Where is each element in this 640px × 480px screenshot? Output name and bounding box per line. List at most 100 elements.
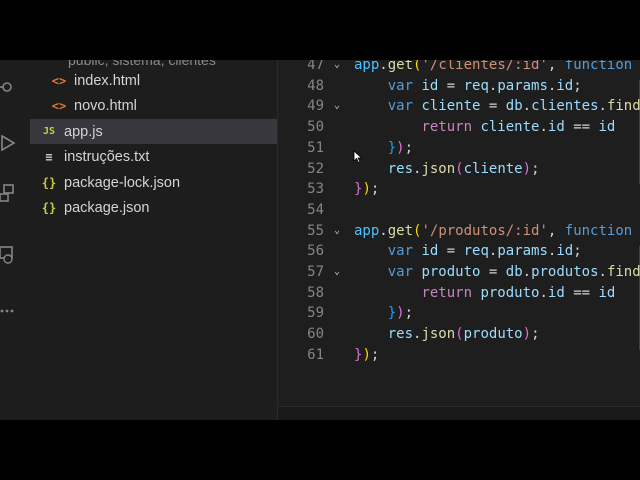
code-token: id bbox=[547, 284, 565, 301]
code-token: = bbox=[438, 77, 464, 94]
source-control-icon[interactable] bbox=[0, 78, 16, 96]
json-file-icon: {} bbox=[41, 175, 57, 190]
code-text: return produto.id == id bbox=[354, 283, 615, 304]
code-line[interactable]: 55⌄app.get('/produtos/:id', function ( bbox=[278, 221, 640, 242]
code-line[interactable]: 54 bbox=[278, 200, 640, 221]
code-token: res bbox=[387, 160, 414, 177]
code-token: app bbox=[354, 222, 380, 239]
file-tree-item[interactable]: <> novo.html bbox=[30, 93, 277, 118]
code-token: req bbox=[463, 243, 489, 260]
code-line[interactable]: 49 ⌄ var cliente = db.clientes.find bbox=[278, 96, 640, 117]
code-token: . bbox=[539, 284, 548, 301]
code-line[interactable]: 60 res.json(produto); bbox=[278, 324, 640, 345]
code-token: cliente bbox=[421, 98, 481, 115]
file-tree-item[interactable]: {} package.json bbox=[30, 195, 277, 220]
code-text: return cliente.id == id bbox=[354, 117, 615, 138]
code-text: var produto = db.produtos.find bbox=[354, 262, 640, 283]
code-text: res.json(produto); bbox=[354, 324, 540, 345]
code-token: ; bbox=[573, 77, 582, 94]
letterbox-bottom bbox=[0, 420, 640, 480]
file-name-label: index.html bbox=[74, 72, 141, 89]
code-token: var bbox=[387, 77, 414, 94]
line-number: 60 bbox=[307, 326, 324, 343]
code-line[interactable]: 52 res.json(cliente); bbox=[278, 159, 640, 180]
fold-chevron-icon[interactable]: ⌄ bbox=[334, 262, 346, 283]
code-text: res.json(cliente); bbox=[354, 159, 540, 180]
code-token: produto bbox=[421, 264, 481, 280]
file-tree-item[interactable]: JS app.js bbox=[30, 119, 277, 144]
code-token: . bbox=[522, 264, 532, 280]
code-line[interactable]: 58 return produto.id == id bbox=[278, 283, 640, 304]
code-token: == bbox=[564, 119, 599, 136]
code-token: , bbox=[547, 60, 565, 73]
line-number: 52 bbox=[307, 160, 324, 177]
code-text: var id = req.params.id; bbox=[354, 76, 582, 97]
code-line[interactable]: 56 var id = req.params.id; bbox=[278, 241, 640, 262]
code-token: ) bbox=[362, 346, 371, 363]
code-token: = bbox=[480, 264, 506, 280]
code-token: . bbox=[598, 98, 607, 115]
code-token: get bbox=[387, 222, 414, 239]
editor-bottom-strip bbox=[278, 406, 640, 420]
fold-chevron-icon[interactable]: ⌄ bbox=[334, 60, 346, 76]
code-token: . bbox=[598, 264, 607, 280]
code-line[interactable]: 53}); bbox=[278, 179, 640, 200]
code-token: ( bbox=[455, 160, 464, 177]
file-tree-item[interactable]: <> index.html bbox=[30, 68, 277, 93]
code-token: '/produtos/:id' bbox=[421, 222, 548, 239]
code-line[interactable]: 50 return cliente.id == id bbox=[278, 117, 640, 138]
line-number: 49 bbox=[307, 98, 324, 115]
code-token: } bbox=[387, 305, 397, 322]
extensions-icon[interactable] bbox=[0, 184, 16, 202]
code-token: . bbox=[379, 222, 388, 239]
line-number: 53 bbox=[307, 181, 324, 198]
code-editor[interactable]: 47⌄app.get('/clientes/:id', function (48… bbox=[278, 60, 640, 406]
code-token: . bbox=[522, 98, 532, 115]
code-token: id bbox=[421, 243, 439, 260]
code-token: clientes bbox=[531, 98, 599, 115]
code-text: }); bbox=[354, 179, 379, 200]
file-tree-item[interactable]: ≡ instruções.txt bbox=[30, 144, 277, 169]
code-token: ( bbox=[632, 223, 640, 239]
code-token: ; bbox=[573, 243, 582, 260]
code-token: var bbox=[387, 243, 414, 260]
line-number: 47 bbox=[307, 60, 324, 73]
code-line[interactable]: 57 ⌄ var produto = db.produtos.find bbox=[278, 262, 640, 283]
text-file-icon: ≡ bbox=[45, 149, 53, 164]
code-token: = bbox=[480, 98, 506, 115]
code-token: ; bbox=[370, 346, 380, 363]
remote-explorer-icon[interactable] bbox=[0, 246, 16, 264]
line-number: 55 bbox=[307, 222, 324, 239]
line-number: 59 bbox=[307, 305, 324, 322]
more-icon[interactable] bbox=[0, 302, 16, 320]
code-line[interactable]: 48 var id = req.params.id; bbox=[278, 76, 640, 97]
code-token: db bbox=[505, 264, 523, 280]
run-debug-icon[interactable] bbox=[0, 134, 16, 152]
fold-chevron-icon[interactable]: ⌄ bbox=[334, 96, 346, 117]
line-number: 57 bbox=[307, 264, 324, 280]
code-token: = bbox=[438, 243, 464, 260]
code-token: ; bbox=[531, 326, 540, 343]
code-text: }); bbox=[354, 345, 379, 366]
code-line[interactable]: 61}); bbox=[278, 345, 640, 366]
code-token: id bbox=[556, 243, 574, 260]
code-token: ; bbox=[404, 139, 414, 156]
code-token: params bbox=[497, 243, 548, 260]
code-text: app.get('/produtos/:id', function ( bbox=[354, 221, 640, 242]
code-token: params bbox=[497, 77, 548, 94]
code-line[interactable]: 47⌄app.get('/clientes/:id', function ( bbox=[278, 60, 640, 76]
fold-chevron-icon[interactable]: ⌄ bbox=[334, 221, 346, 242]
code-token: , bbox=[547, 222, 565, 239]
code-token: == bbox=[564, 284, 599, 301]
code-token: ( bbox=[455, 326, 464, 343]
file-tree-item[interactable]: {} package-lock.json bbox=[30, 170, 277, 195]
code-line[interactable]: 51 }); bbox=[278, 138, 640, 159]
code-token: ) bbox=[522, 160, 532, 177]
code-line[interactable]: 59 }); bbox=[278, 303, 640, 324]
